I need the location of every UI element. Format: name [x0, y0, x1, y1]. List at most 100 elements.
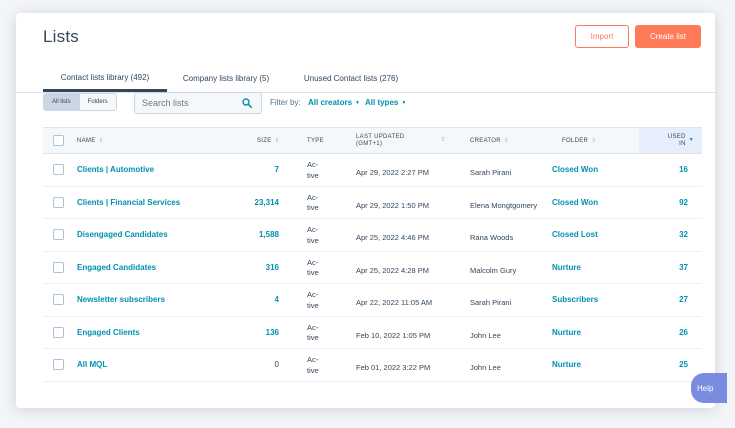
list-creator: Rana Woods: [470, 233, 514, 242]
list-size: 0: [274, 360, 279, 369]
sort-icon: ⇕: [440, 137, 446, 143]
create-list-button[interactable]: Create list: [635, 25, 701, 48]
column-used-in[interactable]: USED IN ▼: [639, 128, 702, 153]
select-all-checkbox[interactable]: [53, 135, 64, 146]
sort-icon: ⇕: [503, 138, 510, 144]
list-name-link[interactable]: Engaged Candidates: [77, 263, 156, 272]
row-checkbox[interactable]: [53, 359, 64, 370]
list-used-in-link[interactable]: 27: [648, 295, 688, 304]
row-checkbox[interactable]: [53, 261, 64, 273]
import-button[interactable]: Import: [575, 25, 629, 48]
column-creator[interactable]: CREATOR ⇕: [470, 128, 509, 153]
column-type: TYPE: [307, 128, 324, 153]
tabs: Contact lists library (492) Company list…: [16, 65, 715, 93]
search-icon[interactable]: [241, 98, 252, 109]
column-name-label: NAME: [77, 137, 96, 144]
folders-toggle[interactable]: Folders: [78, 94, 116, 110]
row-checkbox[interactable]: [53, 196, 64, 208]
list-folder-link[interactable]: Closed Lost: [552, 230, 598, 239]
list-creator: Elena Mongtgomery: [470, 200, 538, 210]
list-last-updated: Apr 25, 2022 4:28 PM: [356, 265, 429, 275]
column-last-updated[interactable]: LAST UPDATED (GMT+1) ⇕: [356, 128, 446, 153]
table-row[interactable]: All MQL 0 Ac- tive Feb 01, 2022 3:22 PM John…: [43, 349, 702, 382]
list-folder-link[interactable]: Nurture: [552, 360, 581, 369]
list-used-in-link[interactable]: 16: [648, 165, 688, 174]
list-size[interactable]: 23,314: [219, 198, 279, 207]
list-folder-link[interactable]: Nurture: [552, 263, 581, 272]
column-used-in-line2: IN: [679, 140, 686, 147]
lists-table: NAME ⇕ SIZE ⇕ TYPE LAST UPDATED (GMT+1) ⇕ C…: [43, 127, 702, 382]
help-button[interactable]: Help: [691, 373, 727, 403]
list-used-in-link[interactable]: 92: [648, 198, 688, 207]
filter-by-label: Filter by:: [270, 98, 301, 107]
list-folder-link[interactable]: Subscribers: [552, 295, 598, 304]
tab-unused-contact-lists[interactable]: Unused Contact lists (276): [299, 65, 403, 92]
list-name-link[interactable]: Clients | Automotive: [77, 165, 154, 174]
list-name-link[interactable]: Newsletter subscribers: [77, 295, 165, 304]
all-lists-toggle[interactable]: All lists: [44, 94, 79, 110]
table-row[interactable]: Newsletter subscribers 4 Ac- tive Apr 22, 2…: [43, 284, 702, 317]
list-used-in-link[interactable]: 26: [648, 328, 688, 337]
creators-dropdown-label: All creators: [308, 98, 353, 107]
row-checkbox[interactable]: [53, 164, 64, 175]
creators-dropdown[interactable]: All creators ▼: [308, 98, 360, 107]
search-input[interactable]: [135, 98, 241, 108]
sort-icon: ⇕: [591, 138, 597, 144]
list-size[interactable]: 7: [219, 165, 279, 174]
lists-card: Lists Import Create list Contact lists l…: [16, 13, 715, 408]
list-folder-link[interactable]: Closed Won: [552, 165, 598, 174]
table-header: NAME ⇕ SIZE ⇕ TYPE LAST UPDATED (GMT+1) ⇕ C…: [43, 127, 702, 154]
view-toggle: All lists Folders: [43, 93, 117, 111]
row-checkbox[interactable]: [53, 229, 64, 240]
column-size[interactable]: SIZE ⇕: [257, 128, 280, 153]
column-folder[interactable]: FOLDER ⇕: [562, 128, 596, 153]
table-row[interactable]: Clients | Financial Services 23,314 Ac- ti…: [43, 187, 702, 219]
chevron-down-icon: ▼: [401, 100, 407, 106]
list-size[interactable]: 4: [219, 295, 279, 304]
row-checkbox[interactable]: [53, 326, 64, 338]
list-folder-link[interactable]: Closed Won: [552, 198, 598, 207]
list-last-updated: Apr 25, 2022 4:46 PM: [356, 233, 429, 242]
list-used-in-link[interactable]: 37: [648, 263, 688, 272]
table-row[interactable]: Engaged Clients 136 Ac- tive Feb 10, 2022 1…: [43, 317, 702, 349]
column-used-in-label: USED IN: [668, 134, 686, 148]
tab-contact-lists-library[interactable]: Contact lists library (492): [43, 65, 167, 92]
list-size[interactable]: 136: [219, 328, 279, 337]
list-name-link[interactable]: Clients | Financial Services: [77, 198, 180, 207]
list-size[interactable]: 1,588: [219, 230, 279, 239]
table-body: Clients | Automotive 7 Ac- tive Apr 29, 202…: [43, 154, 702, 382]
list-type: Ac- tive: [307, 290, 319, 310]
search-box: [134, 92, 262, 114]
sort-icon: ⇕: [274, 138, 280, 144]
chevron-down-icon: ▼: [355, 100, 360, 106]
list-type: Ac- tive: [307, 192, 319, 213]
column-name[interactable]: NAME ⇕: [77, 128, 104, 153]
column-type-label: TYPE: [307, 137, 324, 144]
list-type: Ac- tive: [307, 225, 319, 245]
table-row[interactable]: Disengaged Candidates 1,588 Ac- tive Apr 25…: [43, 219, 702, 252]
list-size[interactable]: 316: [219, 263, 279, 272]
list-last-updated: Apr 29, 2022 2:27 PM: [356, 168, 429, 177]
tab-company-lists-library[interactable]: Company lists library (5): [176, 65, 276, 92]
list-name-link[interactable]: All MQL: [77, 360, 107, 369]
list-creator: Sarah Pirani: [470, 298, 512, 307]
list-name-link[interactable]: Disengaged Candidates: [77, 230, 168, 239]
list-used-in-link[interactable]: 25: [648, 360, 688, 369]
types-dropdown[interactable]: All types ▼: [365, 98, 406, 107]
list-creator: Malcolm Gury: [470, 265, 517, 275]
row-checkbox[interactable]: [53, 294, 64, 305]
list-creator: John Lee: [470, 363, 501, 372]
list-name-link[interactable]: Engaged Clients: [77, 328, 140, 337]
list-last-updated: Feb 10, 2022 1:05 PM: [356, 330, 431, 340]
list-used-in-link[interactable]: 32: [648, 230, 688, 239]
list-folder-link[interactable]: Nurture: [552, 328, 581, 337]
list-type: Ac- tive: [307, 355, 319, 375]
table-row[interactable]: Engaged Candidates 316 Ac- tive Apr 25, 202…: [43, 252, 702, 284]
page-title: Lists: [43, 27, 79, 46]
list-creator: Sarah Pirani: [470, 168, 512, 177]
sort-icon: ⇕: [98, 138, 104, 144]
column-size-label: SIZE: [257, 137, 272, 144]
column-folder-label: FOLDER: [562, 137, 589, 144]
table-row[interactable]: Clients | Automotive 7 Ac- tive Apr 29, 202…: [43, 154, 702, 187]
list-creator: John Lee: [470, 330, 501, 340]
